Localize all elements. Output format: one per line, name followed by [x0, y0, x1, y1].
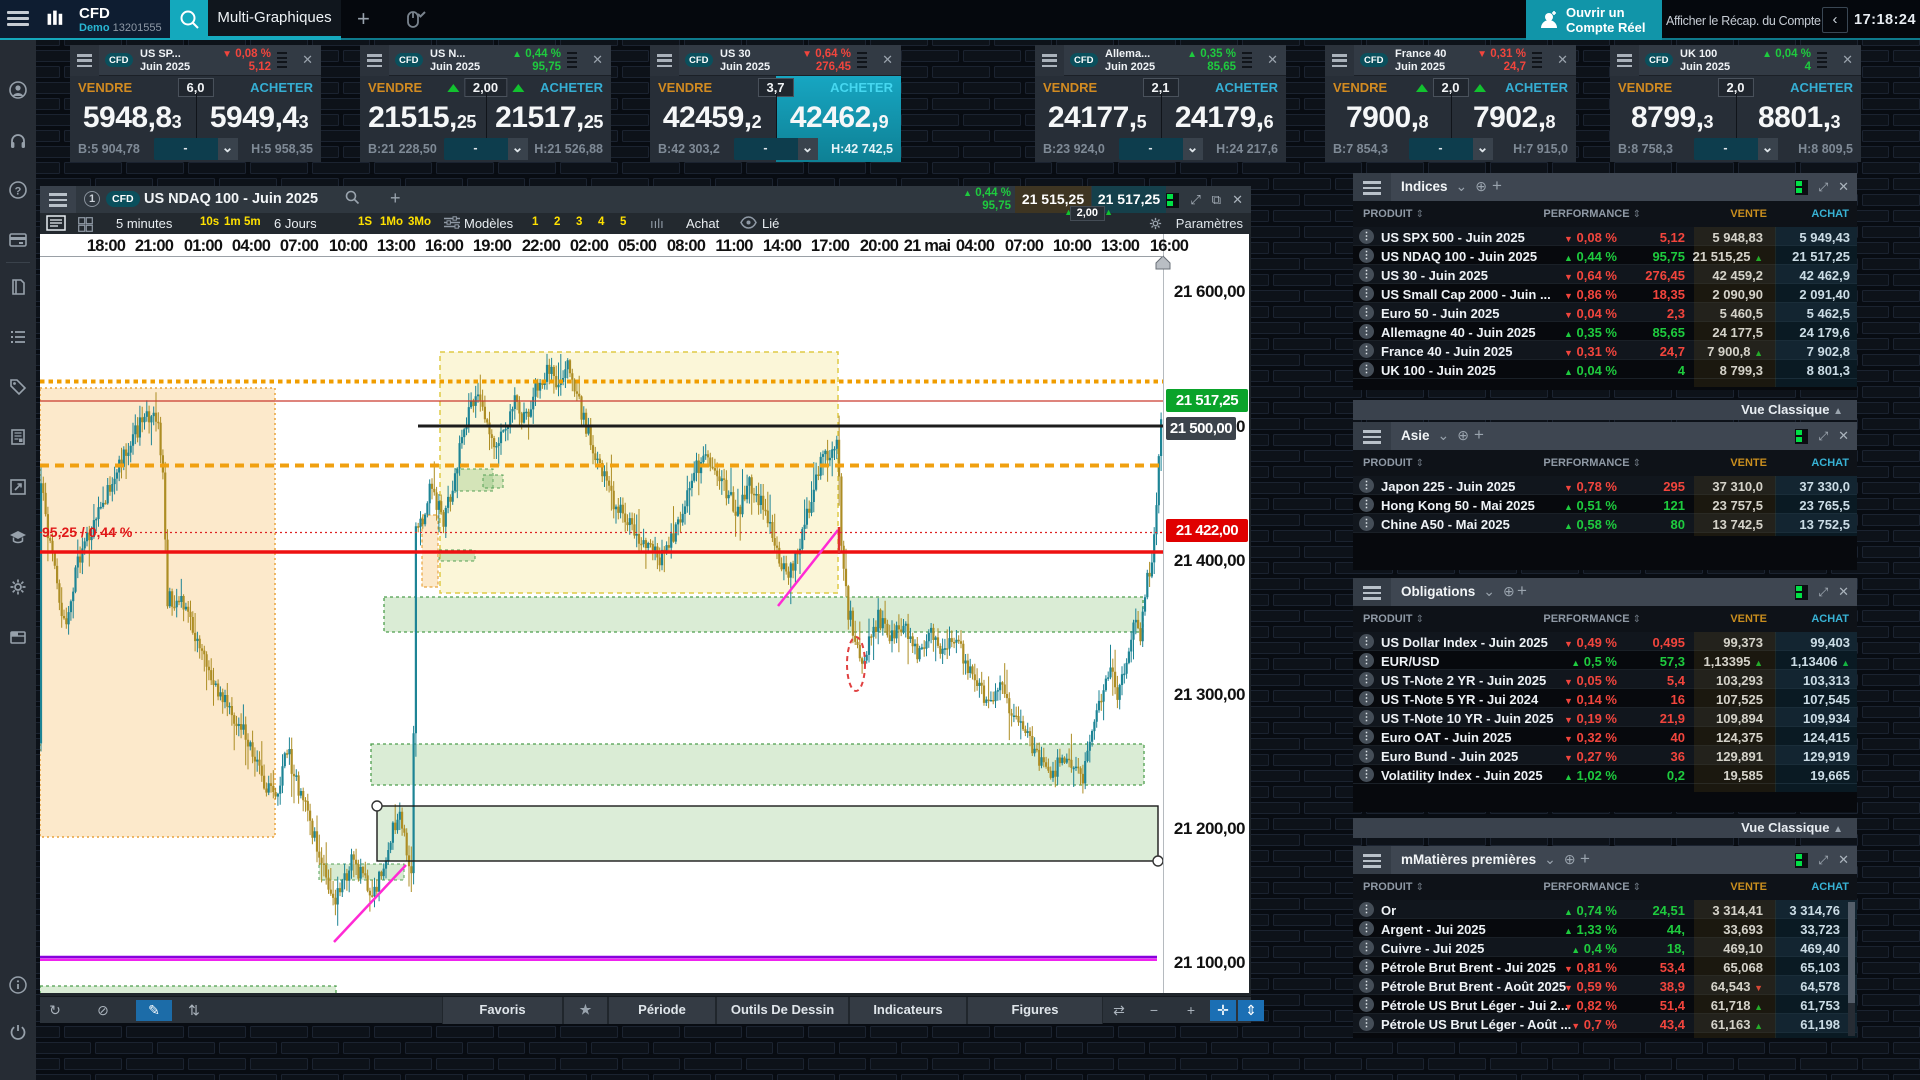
svg-text:95,25 / 0,44 %: 95,25 / 0,44 % — [42, 524, 133, 540]
svg-text:?: ? — [15, 186, 22, 198]
